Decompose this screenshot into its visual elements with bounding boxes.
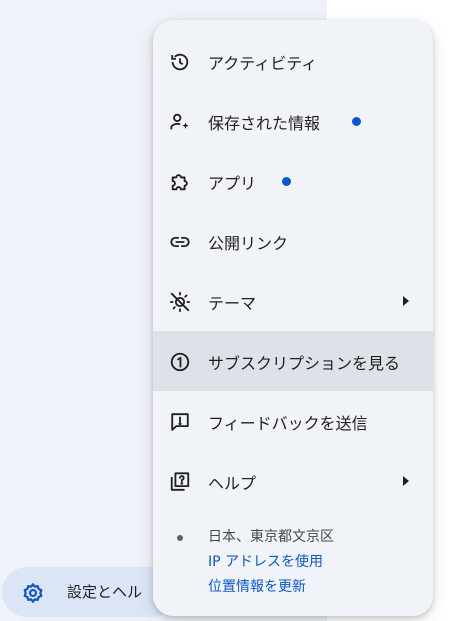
menu-item-label: フィードバックを送信 [208, 414, 368, 433]
chevron-right-icon [403, 476, 409, 486]
settings-and-help-button[interactable]: 設定とヘル [2, 567, 177, 617]
menu-item-public-links[interactable]: 公開リンク [153, 211, 433, 271]
settings-menu: アクティビティ 保存された情報 アプリ 公開リンク テーマ サブスクリプションを… [153, 20, 433, 616]
menu-item-label: アクティビティ [208, 54, 318, 73]
new-badge-dot [282, 177, 291, 186]
new-badge-dot [352, 117, 361, 126]
location-dot [177, 535, 183, 541]
use-ip-address-link[interactable]: IP アドレスを使用 [208, 551, 323, 571]
location-section: 日本、東京都文京区 IP アドレスを使用 位置情報を更新 [153, 520, 433, 616]
link-icon [169, 231, 191, 253]
menu-item-activity[interactable]: アクティビティ [153, 31, 433, 91]
menu-item-label: ヘルプ [208, 474, 257, 493]
menu-item-label: テーマ [208, 294, 257, 313]
menu-item-theme[interactable]: テーマ [153, 271, 433, 331]
menu-item-subscriptions[interactable]: サブスクリプションを見る [153, 331, 433, 391]
update-location-link[interactable]: 位置情報を更新 [208, 576, 306, 596]
gear-icon [22, 582, 44, 604]
location-text: 日本、東京都文京区 [208, 529, 334, 545]
theme-icon [169, 291, 191, 313]
settings-and-help-label: 設定とヘル [67, 583, 143, 601]
chevron-right-icon [403, 296, 409, 306]
menu-item-saved-info[interactable]: 保存された情報 [153, 91, 433, 151]
subscription-icon [169, 351, 191, 373]
menu-item-label: サブスクリプションを見る [208, 354, 401, 373]
menu-item-label: 公開リンク [208, 234, 289, 253]
help-icon [169, 471, 191, 493]
menu-item-help[interactable]: ヘルプ [153, 451, 433, 511]
menu-item-label: 保存された情報 [208, 114, 321, 133]
feedback-icon [169, 411, 191, 433]
menu-item-feedback[interactable]: フィードバックを送信 [153, 391, 433, 451]
menu-item-apps[interactable]: アプリ [153, 151, 433, 211]
history-icon [169, 51, 191, 73]
person-sparkle-icon [169, 111, 191, 133]
puzzle-icon [169, 171, 191, 193]
menu-item-label: アプリ [208, 174, 257, 193]
